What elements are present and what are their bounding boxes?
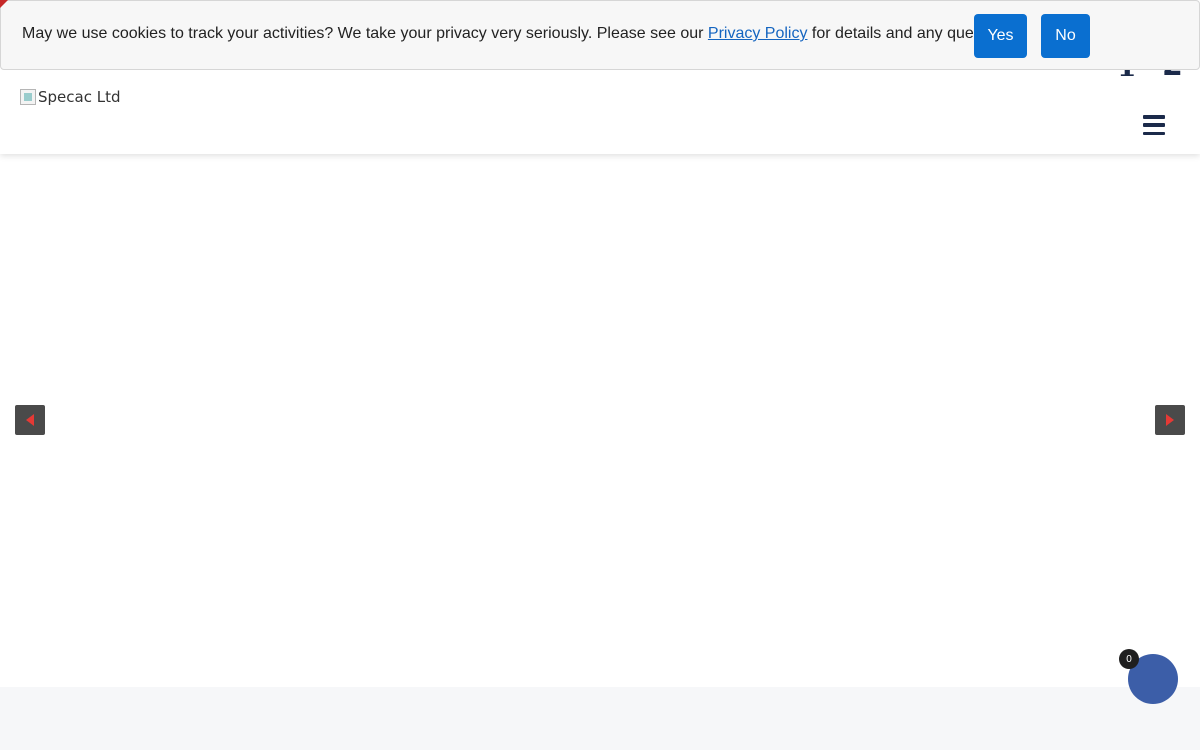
hero-slider xyxy=(0,154,1200,687)
cookie-decline-button[interactable]: No xyxy=(1041,14,1090,58)
chevron-left-icon xyxy=(26,414,34,426)
corner-marker xyxy=(0,0,8,8)
chevron-right-icon xyxy=(1166,414,1174,426)
page: PARTNERSHIP PRODUCTS APPLICATIONS SERVIC… xyxy=(0,0,1200,750)
cookie-banner: May we use cookies to track your activit… xyxy=(0,0,1200,70)
cookie-text-before: May we use cookies to track your activit… xyxy=(22,25,708,42)
cookie-accept-button[interactable]: Yes xyxy=(974,14,1027,58)
hamburger-menu-icon[interactable] xyxy=(1143,115,1165,135)
cookie-message: May we use cookies to track your activit… xyxy=(22,25,1020,43)
slider-next-button[interactable] xyxy=(1155,405,1185,435)
broken-image-icon xyxy=(20,89,36,105)
privacy-policy-link[interactable]: Privacy Policy xyxy=(708,25,808,42)
chat-notification-badge: 0 xyxy=(1119,649,1139,669)
footer-band xyxy=(0,687,1200,750)
slider-prev-button[interactable] xyxy=(15,405,45,435)
site-logo[interactable]: Specac Ltd xyxy=(20,88,121,106)
logo-alt-text: Specac Ltd xyxy=(38,88,121,106)
